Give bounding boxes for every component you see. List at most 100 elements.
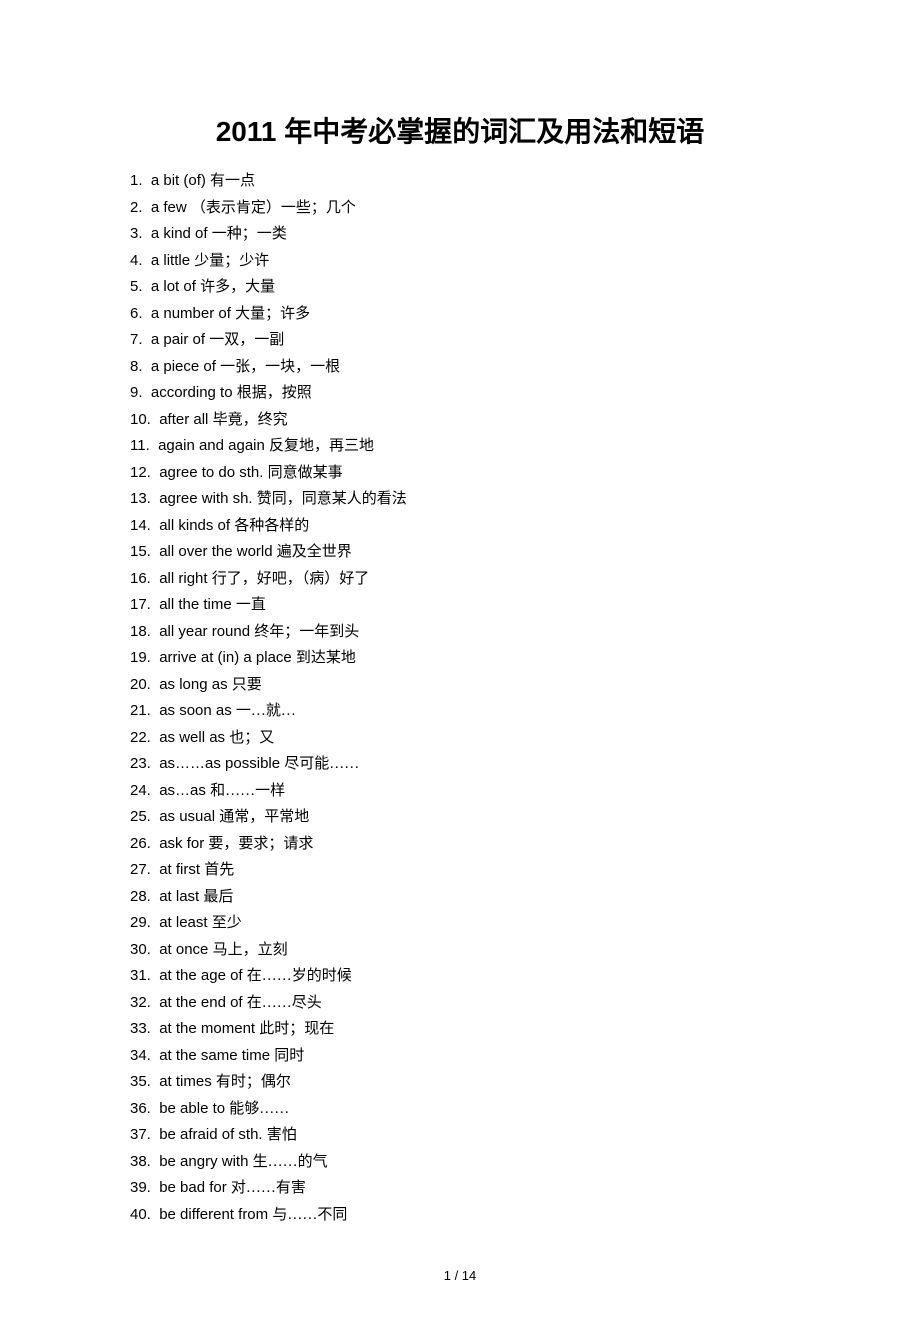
list-item: 21. as soon as 一…就… <box>130 698 790 725</box>
item-number: 13. <box>130 490 151 507</box>
item-english: ask for <box>155 835 208 852</box>
item-english: as soon as <box>155 702 236 719</box>
item-english: a bit (of) <box>147 172 210 189</box>
item-chinese: 在……岁的时候 <box>247 968 352 984</box>
list-item: 1. a bit (of) 有一点 <box>130 168 790 195</box>
item-chinese: 反复地，再三地 <box>269 438 374 454</box>
item-number: 28. <box>130 888 151 905</box>
item-number: 26. <box>130 835 151 852</box>
item-chinese: 同时 <box>274 1048 304 1064</box>
item-number: 15. <box>130 543 151 560</box>
item-chinese: 生……的气 <box>253 1154 328 1170</box>
item-chinese: 对……有害 <box>231 1180 306 1196</box>
item-english: a piece of <box>147 358 220 375</box>
item-number: 7. <box>130 331 143 348</box>
list-item: 33. at the moment 此时；现在 <box>130 1016 790 1043</box>
item-chinese: 一…就… <box>236 703 296 719</box>
item-english: at the age of <box>155 967 247 984</box>
item-number: 25. <box>130 808 151 825</box>
item-chinese: 行了，好吧，（病）好了 <box>212 571 370 587</box>
item-number: 31. <box>130 967 151 984</box>
item-english: a few <box>147 199 191 216</box>
item-english: be afraid of sth. <box>155 1126 267 1143</box>
item-number: 39. <box>130 1179 151 1196</box>
item-english: at least <box>155 914 212 931</box>
item-chinese: 各种各样的 <box>234 518 309 534</box>
item-chinese: 到达某地 <box>296 650 356 666</box>
list-item: 12. agree to do sth. 同意做某事 <box>130 460 790 487</box>
item-number: 8. <box>130 358 143 375</box>
item-english: all over the world <box>155 543 277 560</box>
item-number: 12. <box>130 464 151 481</box>
item-chinese: 许多，大量 <box>200 279 275 295</box>
list-item: 40. be different from 与……不同 <box>130 1202 790 1229</box>
item-number: 23. <box>130 755 151 772</box>
item-chinese: 少量；少许 <box>194 253 269 269</box>
item-chinese: 最后 <box>203 889 233 905</box>
item-number: 27. <box>130 861 151 878</box>
item-chinese: 赞同，同意某人的看法 <box>257 491 407 507</box>
item-number: 37. <box>130 1126 151 1143</box>
list-item: 24. as…as 和……一样 <box>130 778 790 805</box>
list-item: 8. a piece of 一张，一块，一根 <box>130 354 790 381</box>
item-chinese: 遍及全世界 <box>277 544 352 560</box>
item-chinese: 只要 <box>232 677 262 693</box>
item-english: at times <box>155 1073 216 1090</box>
item-english: as usual <box>155 808 219 825</box>
item-chinese: 能够…… <box>229 1101 289 1117</box>
list-item: 5. a lot of 许多，大量 <box>130 274 790 301</box>
list-item: 6. a number of 大量；许多 <box>130 301 790 328</box>
item-chinese: 至少 <box>212 915 242 931</box>
vocabulary-list: 1. a bit (of) 有一点2. a few （表示肯定）一些；几个3. … <box>130 168 790 1228</box>
list-item: 37. be afraid of sth. 害怕 <box>130 1122 790 1149</box>
item-number: 36. <box>130 1100 151 1117</box>
list-item: 28. at last 最后 <box>130 884 790 911</box>
item-english: all right <box>155 570 212 587</box>
item-chinese: 害怕 <box>267 1127 297 1143</box>
item-chinese: 和……一样 <box>210 783 285 799</box>
item-number: 33. <box>130 1020 151 1037</box>
item-english: a pair of <box>147 331 210 348</box>
item-chinese: 根据，按照 <box>237 385 312 401</box>
list-item: 16. all right 行了，好吧，（病）好了 <box>130 566 790 593</box>
item-english: arrive at (in) a place <box>155 649 296 666</box>
item-english: a number of <box>147 305 235 322</box>
item-number: 5. <box>130 278 143 295</box>
item-english: be angry with <box>155 1153 253 1170</box>
item-number: 38. <box>130 1153 151 1170</box>
item-english: as well as <box>155 729 229 746</box>
item-english: again and again <box>154 437 269 454</box>
item-number: 1. <box>130 172 143 189</box>
list-item: 25. as usual 通常，平常地 <box>130 804 790 831</box>
item-english: at the end of <box>155 994 247 1011</box>
item-english: all kinds of <box>155 517 234 534</box>
item-english: a kind of <box>147 225 212 242</box>
item-english: as……as possible <box>155 755 284 772</box>
item-chinese: 毕竟，终究 <box>213 412 288 428</box>
item-chinese: 大量；许多 <box>235 306 310 322</box>
item-english: a little <box>147 252 195 269</box>
item-number: 19. <box>130 649 151 666</box>
item-number: 35. <box>130 1073 151 1090</box>
item-number: 4. <box>130 252 143 269</box>
list-item: 2. a few （表示肯定）一些；几个 <box>130 195 790 222</box>
item-number: 20. <box>130 676 151 693</box>
item-number: 2. <box>130 199 143 216</box>
item-chinese: 一种；一类 <box>212 226 287 242</box>
item-english: agree with sh. <box>155 490 257 507</box>
page-number: 1 / 14 <box>130 1268 790 1283</box>
list-item: 18. all year round 终年；一年到头 <box>130 619 790 646</box>
list-item: 31. at the age of 在……岁的时候 <box>130 963 790 990</box>
list-item: 15. all over the world 遍及全世界 <box>130 539 790 566</box>
list-item: 32. at the end of 在……尽头 <box>130 990 790 1017</box>
item-english: as long as <box>155 676 232 693</box>
item-number: 18. <box>130 623 151 640</box>
item-chinese: 有一点 <box>210 173 255 189</box>
item-number: 32. <box>130 994 151 1011</box>
list-item: 39. be bad for 对……有害 <box>130 1175 790 1202</box>
list-item: 26. ask for 要，要求；请求 <box>130 831 790 858</box>
list-item: 9. according to 根据，按照 <box>130 380 790 407</box>
item-english: according to <box>147 384 237 401</box>
item-chinese: 要，要求；请求 <box>208 836 313 852</box>
item-english: at first <box>155 861 204 878</box>
